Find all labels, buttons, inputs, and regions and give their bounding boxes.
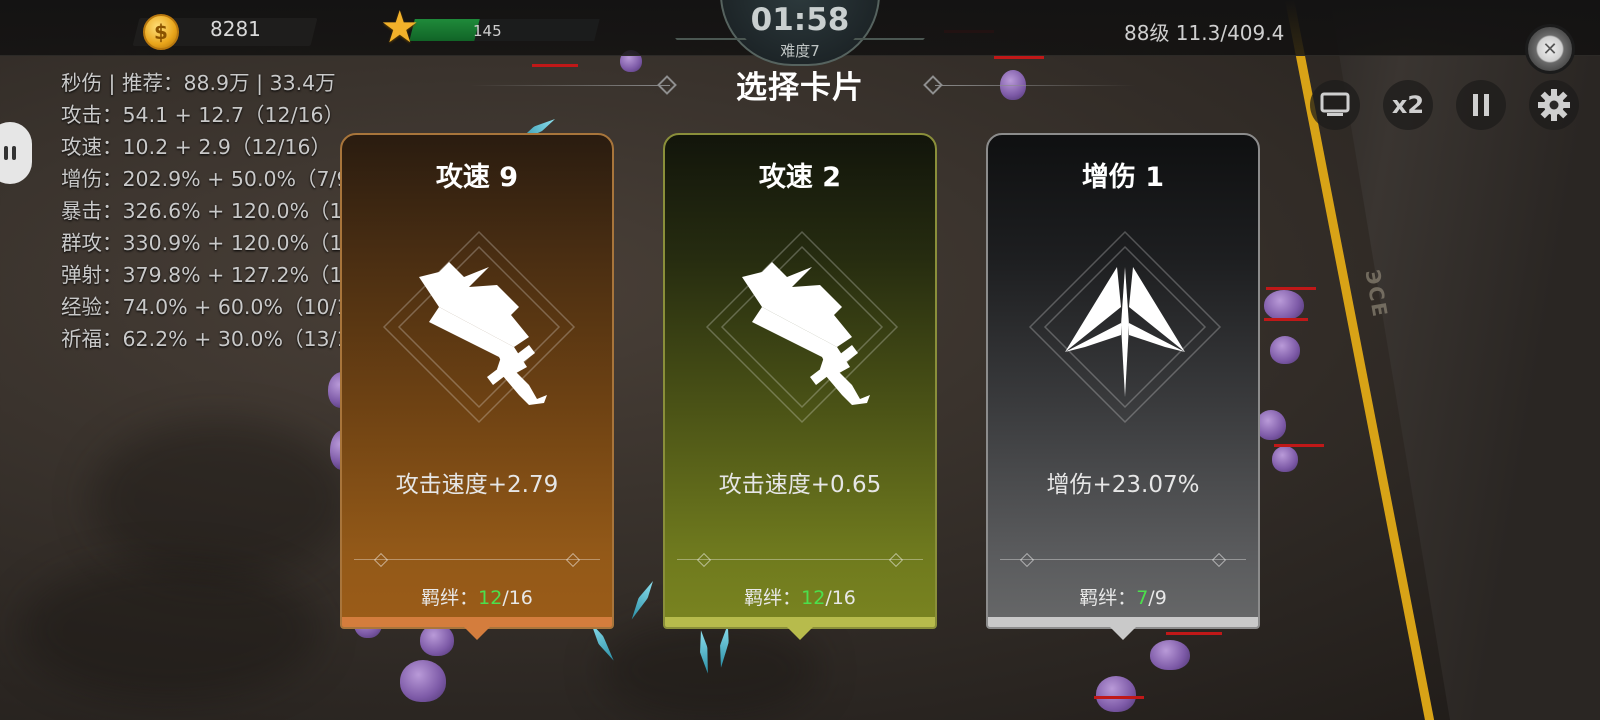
chat-bubble-icon (4, 146, 8, 160)
card-title: 攻速 2 (758, 162, 842, 193)
stat-attack-speed: 攻速：10.2 + 2.9（12/16） (61, 135, 332, 159)
enemy (400, 660, 446, 702)
stat-exp: 经验：74.0% + 60.0%（10/1 (61, 295, 346, 319)
card-title: 增伤 1 (1081, 162, 1165, 193)
speed-label: x2 (1391, 91, 1425, 119)
enemy-health-bar (1274, 444, 1324, 447)
coin-icon: $ (143, 14, 179, 50)
enemy-health-bar (1166, 632, 1222, 635)
game-timer: 01:58 (750, 2, 850, 38)
stat-attack: 攻击：54.1 + 12.7（12/16） (61, 103, 345, 127)
sword-icon (382, 230, 576, 424)
card-bond: 羁绊：12/16 (665, 583, 935, 610)
enemy-health-bar (1266, 287, 1316, 290)
bond-current: 12 (478, 587, 503, 609)
bond-max: /16 (825, 587, 856, 609)
bond-max: /9 (1148, 587, 1167, 609)
close-icon: ✕ (1542, 38, 1558, 60)
stat-crit: 暴击：326.6% + 120.0%（1 (61, 199, 343, 223)
title-divider-right (935, 85, 1135, 86)
pause-icon (1473, 94, 1489, 116)
card-description: 攻击速度+2.79 (395, 472, 559, 498)
enemy-health-bar (532, 64, 578, 67)
enemy-health-bar (994, 56, 1044, 59)
stat-bounce: 弹射：379.8% + 127.2%（1 (61, 263, 343, 287)
settings-button[interactable] (1529, 80, 1579, 130)
enemy (1270, 336, 1300, 364)
screen-icon (1320, 92, 1350, 116)
bond-label: 羁绊： (1079, 587, 1137, 609)
stat-aoe: 群攻：330.9% + 120.0%（1 (61, 231, 343, 255)
card-description: 增伤+23.07% (1046, 472, 1200, 498)
bond-label: 羁绊： (744, 587, 802, 609)
stats-panel: 秒伤 | 推荐：88.9万 | 33.4万 攻击：54.1 + 12.7（12/… (61, 67, 346, 355)
card-damage-bonus-1[interactable]: 增伤 1 增伤+23.07% 羁绊：7/9 (986, 133, 1260, 629)
close-button[interactable]: ✕ (1525, 24, 1575, 74)
page-title: 选择卡片 (736, 70, 864, 106)
difficulty-label: 难度7 (780, 42, 820, 60)
chat-bubble-button[interactable] (0, 122, 32, 184)
bond-current: 7 (1136, 587, 1149, 609)
bond-max: /16 (502, 587, 533, 609)
enemy-health-bar (1094, 696, 1144, 699)
card-attack-speed-9[interactable]: 攻速 9 攻击速度+2.79 羁绊：12/16 (340, 133, 614, 629)
card-title: 攻速 9 (435, 162, 519, 193)
card-bond: 羁绊：7/9 (988, 583, 1258, 610)
enemy (1264, 290, 1304, 320)
bond-label: 羁绊： (421, 587, 479, 609)
star-icon: ★ (380, 2, 420, 53)
stat-dps: 秒伤 | 推荐：88.9万 | 33.4万 (61, 71, 336, 95)
speed-button[interactable]: x2 (1383, 80, 1433, 130)
card-divider (677, 559, 923, 560)
xp-bar (409, 19, 600, 41)
arrowhead-icon (1028, 230, 1222, 424)
screen-toggle-button[interactable] (1310, 80, 1360, 130)
enemy-health-bar (1264, 318, 1308, 321)
chat-bubble-icon-bar (12, 146, 16, 160)
card-notch (1103, 620, 1143, 640)
title-ornament-left (657, 75, 677, 95)
pause-button[interactable] (1456, 80, 1506, 130)
floor-shadow (600, 620, 820, 720)
floor-shadow (90, 420, 350, 580)
title-divider-left (470, 85, 670, 86)
title-ornament-right (923, 75, 943, 95)
card-divider (1000, 559, 1246, 560)
stat-damage-bonus: 增伤：202.9% + 50.0%（7/9 (61, 167, 346, 191)
coin-count: 8281 (210, 17, 261, 41)
sword-icon (705, 230, 899, 424)
level-info: 88级 11.3/409.4 (1124, 21, 1285, 45)
enemy (1256, 410, 1286, 440)
projectile (628, 579, 657, 621)
card-attack-speed-2[interactable]: 攻速 2 攻击速度+0.65 羁绊：12/16 (663, 133, 937, 629)
floor-shadow (20, 560, 320, 700)
enemy (1150, 640, 1190, 670)
stat-blessing: 祈福：62.2% + 30.0%（13/1 (61, 327, 346, 351)
card-bond: 羁绊：12/16 (342, 583, 612, 610)
enemy (1272, 446, 1298, 472)
enemy (1096, 676, 1136, 712)
xp-value: 145 (473, 22, 502, 40)
card-notch (457, 620, 497, 640)
gear-icon (1538, 89, 1570, 121)
card-description: 攻击速度+0.65 (718, 472, 882, 498)
card-divider (354, 559, 600, 560)
bond-current: 12 (801, 587, 826, 609)
